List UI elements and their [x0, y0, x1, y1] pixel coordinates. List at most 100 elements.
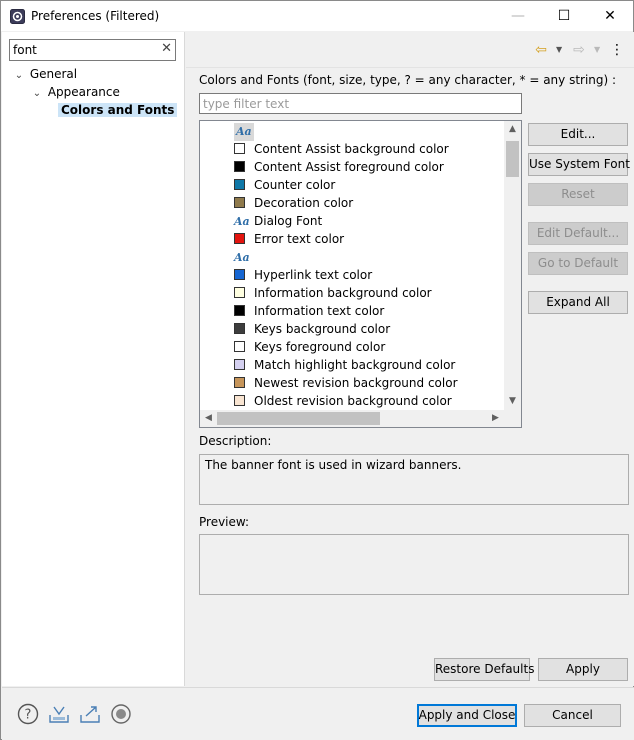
color-swatch-icon [234, 233, 245, 244]
list-item[interactable]: Information background color [234, 284, 432, 302]
forward-icon[interactable]: ⇨ [568, 40, 590, 60]
list-item[interactable]: Keys foreground color [234, 338, 385, 356]
filter-input[interactable] [200, 94, 520, 113]
item-label: Hyperlink text color [254, 268, 373, 282]
scroll-up-icon[interactable]: ▲ [504, 121, 521, 138]
dialog-footer: ? Apply and Close Cancel [2, 687, 634, 740]
import-icon[interactable] [48, 703, 70, 725]
scroll-corner [504, 410, 521, 427]
list-item[interactable]: Content Assist background color [234, 140, 449, 158]
color-swatch-icon [234, 359, 245, 370]
edit-button[interactable]: Edit... [528, 123, 628, 146]
apply-button[interactable]: Apply [538, 658, 628, 681]
vertical-scrollbar[interactable]: ▲ ▼ [504, 121, 521, 410]
scroll-right-icon[interactable]: ▶ [487, 410, 504, 427]
tree-node-label: Colors and Fonts [58, 103, 178, 117]
list-item[interactable]: Keys background color [234, 320, 390, 338]
item-label: Information background color [254, 286, 432, 300]
item-label: Information text color [254, 304, 385, 318]
export-icon[interactable] [79, 703, 101, 725]
forward-dropdown-icon[interactable]: ▼ [594, 41, 604, 59]
tree-node-appearance[interactable]: ⌄ Appearance [30, 83, 120, 101]
filter-field[interactable] [199, 93, 522, 114]
item-label: Keys foreground color [254, 340, 386, 354]
list-item[interactable]: Aa Dialog Font [234, 212, 322, 230]
scroll-down-icon[interactable]: ▼ [504, 393, 521, 410]
horizontal-scrollbar[interactable]: ◀ ▶ [200, 410, 504, 427]
expand-all-button[interactable]: Expand All [528, 291, 628, 314]
reset-button[interactable]: Reset [528, 183, 628, 206]
item-label: Match highlight background color [254, 358, 456, 372]
clear-search-icon[interactable]: ✕ [161, 41, 172, 56]
chevron-down-icon[interactable]: ⌄ [30, 85, 44, 103]
back-icon[interactable]: ⇦ [530, 40, 552, 60]
minimize-button[interactable]: — [495, 1, 541, 31]
colors-fonts-label: Colors and Fonts (font, size, type, ? = … [199, 73, 617, 87]
list-item[interactable]: Decoration color [234, 194, 353, 212]
list-item[interactable]: Content Assist foreground color [234, 158, 444, 176]
vertical-scroll-thumb[interactable] [506, 141, 519, 177]
preview-box [199, 534, 629, 595]
scroll-left-icon[interactable]: ◀ [200, 410, 217, 427]
item-label: Keys background color [254, 322, 391, 336]
color-swatch-icon [234, 323, 245, 334]
item-label: Content Assist foreground color [254, 160, 444, 174]
item-label: Newest revision background color [254, 376, 458, 390]
horizontal-scroll-thumb[interactable] [217, 412, 380, 425]
list-item[interactable]: Aa [234, 122, 254, 141]
color-swatch-icon [234, 341, 245, 352]
maximize-button[interactable]: ☐ [541, 1, 587, 31]
tree-node-label: Appearance [47, 85, 120, 99]
description-box: The banner font is used in wizard banner… [199, 454, 629, 505]
edit-default-button[interactable]: Edit Default... [528, 222, 628, 245]
item-label: Oldest revision background color [254, 394, 452, 408]
list-item[interactable]: Error text color [234, 230, 344, 248]
list-item[interactable]: Newest revision background color [234, 374, 458, 392]
go-to-default-button[interactable]: Go to Default [528, 252, 628, 275]
tree-node-general[interactable]: ⌄ General [12, 65, 77, 83]
colors-fonts-tree[interactable]: Aa Content Assist background color Conte… [199, 120, 522, 428]
color-swatch-icon [234, 197, 245, 208]
item-label: Content Assist background color [254, 142, 449, 156]
preference-page: ⇦ ▼ ⇨ ▼ ⋮ Colors and Fonts (font, size, … [186, 32, 634, 686]
list-item[interactable]: Match highlight background color [234, 356, 455, 374]
list-item[interactable]: Aa [234, 248, 254, 266]
cancel-button[interactable]: Cancel [524, 704, 621, 727]
record-icon[interactable] [110, 703, 132, 725]
font-icon: Aa [234, 251, 250, 264]
page-toolbar: ⇦ ▼ ⇨ ▼ ⋮ [186, 32, 634, 68]
font-icon: Aa [234, 215, 250, 228]
list-item[interactable]: Counter color [234, 176, 335, 194]
tree-search-input[interactable] [10, 40, 150, 60]
close-window-button[interactable]: ✕ [587, 1, 633, 31]
view-menu-icon[interactable]: ⋮ [606, 40, 628, 60]
back-dropdown-icon[interactable]: ▼ [556, 41, 566, 59]
item-label: Dialog Font [254, 214, 323, 228]
list-item[interactable]: Information text color [234, 302, 384, 320]
item-label: Decoration color [254, 196, 354, 210]
app-icon [10, 9, 25, 24]
preferences-window: Preferences (Filtered) — ☐ ✕ ✕ ⌄ General… [0, 0, 634, 740]
color-swatch-icon [234, 395, 245, 406]
tree-node-colors-and-fonts[interactable]: Colors and Fonts [58, 101, 178, 119]
color-swatch-icon [234, 269, 245, 280]
title-bar: Preferences (Filtered) — ☐ ✕ [1, 1, 633, 31]
tree-search-field[interactable]: ✕ [9, 39, 176, 61]
list-item[interactable]: Oldest revision background color [234, 392, 452, 410]
chevron-down-icon[interactable]: ⌄ [12, 67, 26, 85]
list-item[interactable]: Hyperlink text color [234, 266, 372, 284]
color-swatch-icon [234, 377, 245, 388]
color-swatch-icon [234, 287, 245, 298]
apply-and-close-button[interactable]: Apply and Close [417, 704, 517, 727]
color-swatch-icon [234, 305, 245, 316]
restore-defaults-button[interactable]: Restore Defaults [434, 658, 534, 681]
description-label: Description: [199, 434, 272, 448]
preference-tree-pane: ✕ ⌄ General ⌄ Appearance Colors and Font… [2, 32, 185, 686]
description-text: The banner font is used in wizard banner… [205, 458, 462, 472]
help-icon[interactable]: ? [17, 703, 39, 725]
window-title: Preferences (Filtered) [31, 9, 160, 23]
use-system-font-button[interactable]: Use System Font [528, 153, 630, 176]
font-icon: Aa [234, 123, 254, 141]
item-label: Counter color [254, 178, 336, 192]
svg-text:?: ? [25, 708, 32, 723]
